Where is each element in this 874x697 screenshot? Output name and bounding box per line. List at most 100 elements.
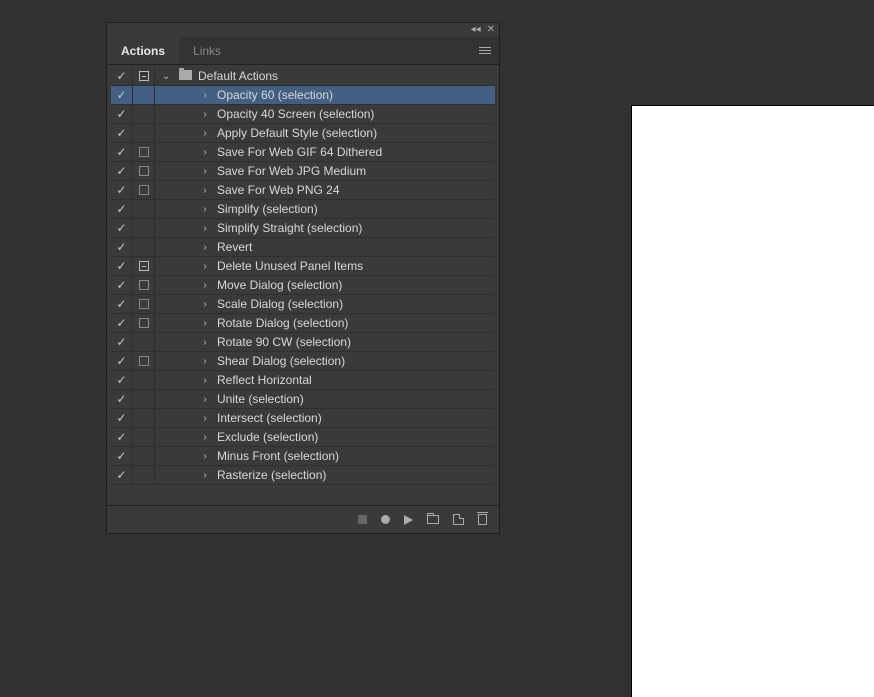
action-row[interactable]: ✓›Revert (111, 238, 495, 257)
toggle-checkbox[interactable]: ✓ (111, 466, 133, 484)
action-row[interactable]: ✓›Move Dialog (selection) (111, 276, 495, 295)
dialog-toggle[interactable] (133, 295, 155, 313)
dialog-toggle[interactable] (133, 238, 155, 256)
toggle-checkbox[interactable]: ✓ (111, 143, 133, 161)
expand-toggle[interactable]: › (195, 257, 215, 275)
action-row[interactable]: ✓›Exclude (selection) (111, 428, 495, 447)
action-row[interactable]: ✓›Save For Web PNG 24 (111, 181, 495, 200)
dialog-toggle[interactable] (133, 314, 155, 332)
dialog-toggle[interactable] (133, 257, 155, 275)
toggle-checkbox[interactable]: ✓ (111, 390, 133, 408)
new-set-button[interactable] (427, 515, 439, 524)
toggle-checkbox[interactable]: ✓ (111, 333, 133, 351)
toggle-checkbox[interactable]: ✓ (111, 86, 133, 104)
dialog-toggle[interactable] (133, 105, 155, 123)
tab-links[interactable]: Links (179, 37, 235, 64)
dialog-toggle[interactable] (133, 276, 155, 294)
action-row[interactable]: ✓›Simplify (selection) (111, 200, 495, 219)
expand-toggle[interactable]: › (195, 124, 215, 142)
action-row[interactable]: ✓›Rasterize (selection) (111, 466, 495, 485)
dialog-toggle[interactable] (133, 181, 155, 199)
toggle-checkbox[interactable]: ✓ (111, 276, 133, 294)
toggle-checkbox[interactable]: ✓ (111, 257, 133, 275)
dialog-toggle[interactable] (133, 143, 155, 161)
action-row[interactable]: ✓›Rotate Dialog (selection) (111, 314, 495, 333)
action-row[interactable]: ✓›Save For Web JPG Medium (111, 162, 495, 181)
expand-toggle[interactable]: › (195, 447, 215, 465)
action-row[interactable]: ✓›Unite (selection) (111, 390, 495, 409)
action-row[interactable]: ✓›Shear Dialog (selection) (111, 352, 495, 371)
tab-actions[interactable]: Actions (107, 37, 179, 64)
expand-toggle[interactable]: ⌄ (155, 67, 177, 85)
toggle-checkbox[interactable]: ✓ (111, 371, 133, 389)
action-row[interactable]: ✓›Scale Dialog (selection) (111, 295, 495, 314)
dialog-toggle[interactable] (133, 67, 155, 85)
expand-toggle[interactable]: › (195, 295, 215, 313)
action-row[interactable]: ✓›Apply Default Style (selection) (111, 124, 495, 143)
expand-toggle[interactable]: › (195, 409, 215, 427)
toggle-checkbox[interactable]: ✓ (111, 162, 133, 180)
expand-toggle[interactable]: › (195, 219, 215, 237)
expand-toggle[interactable]: › (195, 466, 215, 484)
toggle-checkbox[interactable]: ✓ (111, 314, 133, 332)
dialog-toggle[interactable] (133, 200, 155, 218)
toggle-checkbox[interactable]: ✓ (111, 124, 133, 142)
action-row[interactable]: ✓›Opacity 40 Screen (selection) (111, 105, 495, 124)
document-canvas[interactable] (631, 105, 874, 697)
dialog-toggle[interactable] (133, 124, 155, 142)
expand-toggle[interactable]: › (195, 105, 215, 123)
toggle-checkbox[interactable]: ✓ (111, 352, 133, 370)
expand-toggle[interactable]: › (195, 390, 215, 408)
toggle-checkbox[interactable]: ✓ (111, 238, 133, 256)
play-button[interactable] (404, 515, 413, 525)
delete-button[interactable] (478, 514, 487, 525)
dialog-toggle[interactable] (133, 447, 155, 465)
panel-menu-button[interactable] (471, 47, 499, 54)
toggle-checkbox[interactable]: ✓ (111, 428, 133, 446)
stop-button[interactable] (358, 515, 367, 524)
dialog-toggle[interactable] (133, 371, 155, 389)
expand-toggle[interactable]: › (195, 371, 215, 389)
action-row[interactable]: ✓›Opacity 60 (selection) (111, 86, 495, 105)
toggle-checkbox[interactable]: ✓ (111, 219, 133, 237)
action-row[interactable]: ✓›Intersect (selection) (111, 409, 495, 428)
dialog-toggle[interactable] (133, 390, 155, 408)
expand-toggle[interactable]: › (195, 333, 215, 351)
dialog-toggle[interactable] (133, 162, 155, 180)
dialog-toggle[interactable] (133, 352, 155, 370)
expand-toggle[interactable]: › (195, 181, 215, 199)
dialog-toggle[interactable] (133, 219, 155, 237)
toggle-checkbox[interactable]: ✓ (111, 409, 133, 427)
dialog-toggle[interactable] (133, 86, 155, 104)
toggle-checkbox[interactable]: ✓ (111, 200, 133, 218)
close-icon[interactable]: ✕ (487, 25, 495, 35)
expand-toggle[interactable]: › (195, 143, 215, 161)
action-row[interactable]: ✓›Delete Unused Panel Items (111, 257, 495, 276)
expand-toggle[interactable]: › (195, 314, 215, 332)
collapse-icon[interactable]: ◂◂ (471, 25, 481, 35)
toggle-checkbox[interactable]: ✓ (111, 295, 133, 313)
new-action-button[interactable] (453, 514, 464, 525)
dialog-toggle[interactable] (133, 409, 155, 427)
toggle-checkbox[interactable]: ✓ (111, 447, 133, 465)
dialog-toggle[interactable] (133, 428, 155, 446)
toggle-checkbox[interactable]: ✓ (111, 181, 133, 199)
action-row[interactable]: ✓›Simplify Straight (selection) (111, 219, 495, 238)
expand-toggle[interactable]: › (195, 200, 215, 218)
action-row[interactable]: ✓›Reflect Horizontal (111, 371, 495, 390)
action-set-row[interactable]: ✓ ⌄ Default Actions (111, 67, 495, 86)
expand-toggle[interactable]: › (195, 276, 215, 294)
expand-toggle[interactable]: › (195, 238, 215, 256)
expand-toggle[interactable]: › (195, 428, 215, 446)
record-button[interactable] (381, 515, 390, 524)
action-row[interactable]: ✓›Rotate 90 CW (selection) (111, 333, 495, 352)
dialog-toggle[interactable] (133, 466, 155, 484)
action-row[interactable]: ✓›Minus Front (selection) (111, 447, 495, 466)
expand-toggle[interactable]: › (195, 352, 215, 370)
expand-toggle[interactable]: › (195, 86, 215, 104)
expand-toggle[interactable]: › (195, 162, 215, 180)
action-row[interactable]: ✓›Save For Web GIF 64 Dithered (111, 143, 495, 162)
toggle-checkbox[interactable]: ✓ (111, 105, 133, 123)
dialog-toggle[interactable] (133, 333, 155, 351)
toggle-checkbox[interactable]: ✓ (111, 67, 133, 85)
